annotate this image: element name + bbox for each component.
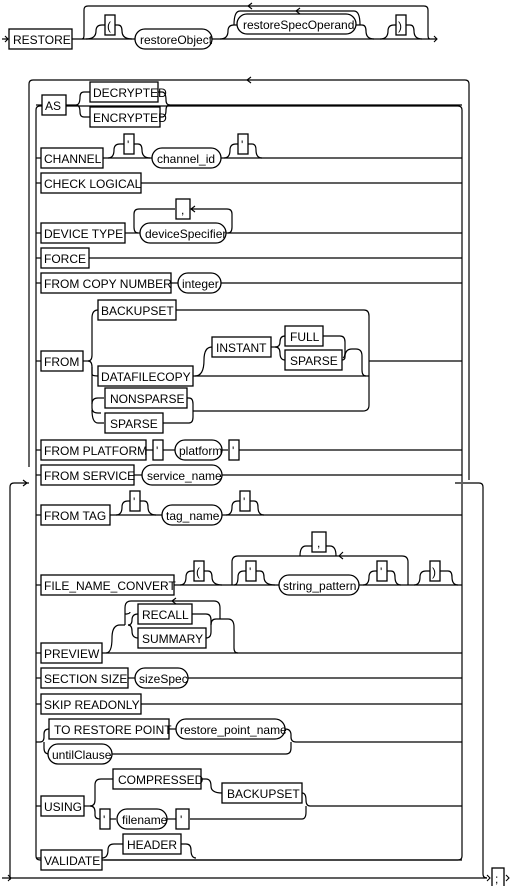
- option-from-tag: FROM TAG ' tag_name ': [36, 490, 462, 526]
- option-validate: VALIDATE HEADER: [36, 833, 462, 871]
- quote-label: ': [127, 138, 129, 152]
- from-platform-label: FROM PLATFORM: [44, 444, 147, 458]
- quote-label: ': [241, 138, 243, 152]
- preview-label: PREVIEW: [44, 647, 100, 661]
- option-from: FROM BACKUPSET DATAFILECOPY INSTANT FULL…: [36, 299, 462, 434]
- from-copy-number-label: FROM COPY NUMBER: [44, 277, 172, 291]
- decrypted-label: DECRYPTED: [93, 86, 167, 100]
- force-label: FORCE: [44, 252, 86, 266]
- nonsparse-label: NONSPARSE: [110, 392, 184, 406]
- header-label: HEADER: [127, 838, 177, 852]
- filename-label: filename: [122, 813, 168, 827]
- quote-label: ': [156, 444, 158, 458]
- to-restore-point-label: TO RESTORE POINT: [54, 723, 172, 737]
- string-pattern-label: string_pattern: [283, 579, 356, 593]
- option-as: AS DECRYPTED ENCRYPTED: [36, 81, 462, 128]
- option-from-copy-number: FROM COPY NUMBER integer: [36, 272, 462, 294]
- compressed-label: COMPRESSED: [118, 773, 204, 787]
- platform-label: platform: [179, 444, 222, 458]
- quote-token: [175, 808, 190, 830]
- option-file-name-convert: FILE_NAME_CONVERT ( ' , string_pattern '…: [36, 531, 462, 596]
- until-clause-label: untilClause: [52, 748, 112, 762]
- restore-spec-operand-label: restoreSpecOperand: [243, 18, 354, 32]
- channel-label: CHANNEL: [44, 152, 102, 166]
- terminator: ;: [491, 867, 510, 886]
- using-backupset-label: BACKUPSET: [227, 787, 300, 801]
- option-channel: CHANNEL ' channel_id ': [36, 133, 462, 169]
- file-name-convert-label: FILE_NAME_CONVERT: [44, 579, 176, 593]
- option-section-size: SECTION SIZE sizeSpec: [36, 667, 462, 689]
- from-label: FROM: [44, 355, 79, 369]
- recall-label: RECALL: [142, 608, 189, 622]
- datafilecopy-label: DATAFILECOPY: [101, 370, 191, 384]
- backupset-label: BACKUPSET: [101, 304, 174, 318]
- from-tag-label: FROM TAG: [44, 509, 106, 523]
- tag-name-label: tag_name: [166, 509, 220, 523]
- integer-label: integer: [182, 277, 219, 291]
- comma-label: ,: [181, 203, 184, 217]
- encrypted-label: ENCRYPTED: [93, 111, 167, 125]
- semicolon-label: ;: [495, 872, 498, 886]
- option-from-service: FROM SERVICE service_name: [36, 464, 462, 486]
- channel-id-label: channel_id: [157, 152, 215, 166]
- full-label: FULL: [290, 330, 320, 344]
- option-using: USING COMPRESSED BACKUPSET ' filename ': [36, 768, 462, 830]
- close-paren-label: ): [432, 565, 436, 579]
- as-label: AS: [45, 99, 61, 113]
- option-device-type: DEVICE TYPE , deviceSpecifier: [36, 198, 462, 244]
- sparse-label: SPARSE: [110, 417, 158, 431]
- quote-label: ': [243, 495, 245, 509]
- sparse-label: SPARSE: [290, 354, 338, 368]
- size-spec-label: sizeSpec: [139, 672, 188, 686]
- from-service-label: FROM SERVICE: [44, 469, 135, 483]
- option-force: FORCE: [36, 247, 462, 269]
- quote-label: ': [380, 565, 382, 579]
- check-logical-label: CHECK LOGICAL: [44, 177, 142, 191]
- restore-point-name-label: restore_point_name: [180, 723, 287, 737]
- device-specifier-label: deviceSpecifier: [145, 227, 226, 241]
- section-size-label: SECTION SIZE: [44, 672, 127, 686]
- restore-object-label: restoreObject: [140, 33, 213, 47]
- close-paren-label: ): [398, 19, 402, 33]
- using-label: USING: [44, 800, 82, 814]
- open-paren-label: (: [107, 19, 111, 33]
- instant-label: INSTANT: [216, 341, 267, 355]
- validate-label: VALIDATE: [44, 854, 100, 868]
- quote-label: ': [232, 444, 234, 458]
- comma-label: ,: [317, 536, 320, 550]
- option-preview: PREVIEW RECALL SUMMARY: [36, 597, 462, 664]
- quote-label: ': [249, 565, 251, 579]
- restore-syntax-diagram: RESTORE ( restoreObject restoreSpecOpera…: [2, 2, 510, 886]
- quote-label: ': [180, 813, 182, 827]
- option-to-restore-point: TO RESTORE POINT restore_point_name unti…: [36, 718, 462, 765]
- header-row: RESTORE ( restoreObject restoreSpecOpera…: [2, 2, 438, 50]
- service-name-label: service_name: [147, 469, 222, 483]
- option-skip-readonly: SKIP READONLY: [36, 693, 462, 715]
- device-type-label: DEVICE TYPE: [44, 227, 123, 241]
- option-from-platform: FROM PLATFORM ' platform ': [36, 439, 462, 461]
- quote-label: ': [103, 813, 105, 827]
- skip-readonly-label: SKIP READONLY: [44, 698, 140, 712]
- open-paren-label: (: [196, 565, 200, 579]
- quote-label: ': [133, 495, 135, 509]
- restore-keyword-label: RESTORE: [13, 33, 71, 47]
- summary-label: SUMMARY: [142, 632, 203, 646]
- option-check-logical: CHECK LOGICAL: [36, 172, 462, 194]
